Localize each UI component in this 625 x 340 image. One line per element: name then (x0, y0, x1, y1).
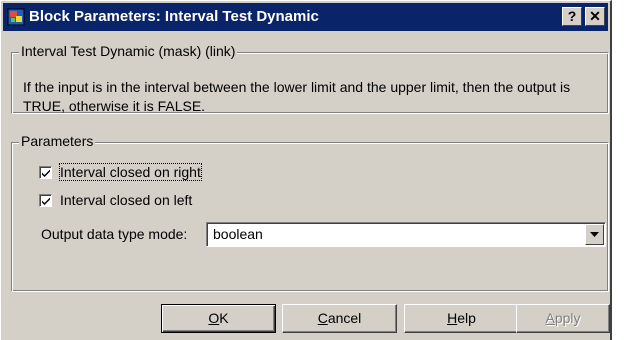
ok-label: K (219, 310, 229, 326)
apply-mnemonic: A (545, 310, 555, 326)
interval-closed-left-row[interactable]: Interval closed on left (39, 190, 192, 210)
cancel-mnemonic: C (317, 310, 328, 326)
apply-label: pply (554, 310, 581, 326)
interval-closed-right-label[interactable]: Interval closed on right (59, 163, 202, 181)
interval-closed-right-checkbox[interactable] (39, 165, 52, 179)
help-button[interactable]: Help (404, 304, 519, 333)
apply-button[interactable]: Apply (516, 304, 610, 333)
help-icon[interactable]: ? (562, 7, 582, 26)
title-bar[interactable]: Block Parameters: Interval Test Dynamic … (3, 3, 608, 31)
output-mode-value: boolean (213, 226, 263, 242)
check-icon (42, 169, 50, 177)
ok-button[interactable]: OK (161, 304, 276, 333)
window-title: Block Parameters: Interval Test Dynamic (29, 8, 319, 25)
cancel-button[interactable]: Cancel (282, 304, 397, 333)
simulink-block-icon (7, 8, 25, 26)
parameters-legend: Parameters (19, 133, 96, 149)
mask-group-legend: Interval Test Dynamic (mask) (link) (19, 43, 238, 59)
output-mode-select[interactable]: boolean (206, 222, 606, 247)
block-parameters-dialog: Block Parameters: Interval Test Dynamic … (0, 0, 612, 340)
check-icon (42, 197, 50, 205)
interval-closed-right-row[interactable]: Interval closed on right (39, 162, 202, 182)
close-icon[interactable]: ✕ (585, 7, 605, 26)
dropdown-arrow-button[interactable] (585, 224, 604, 245)
help-mnemonic: H (447, 310, 458, 326)
output-mode-label: Output data type mode: (41, 226, 188, 242)
help-label: elp (457, 310, 476, 326)
cancel-label: ancel (327, 310, 362, 326)
interval-closed-left-label[interactable]: Interval closed on left (60, 192, 192, 208)
mask-description: If the input is in the interval between … (23, 79, 571, 114)
ok-mnemonic: O (208, 310, 220, 326)
interval-closed-left-checkbox[interactable] (39, 193, 52, 207)
chevron-down-icon (590, 232, 599, 237)
